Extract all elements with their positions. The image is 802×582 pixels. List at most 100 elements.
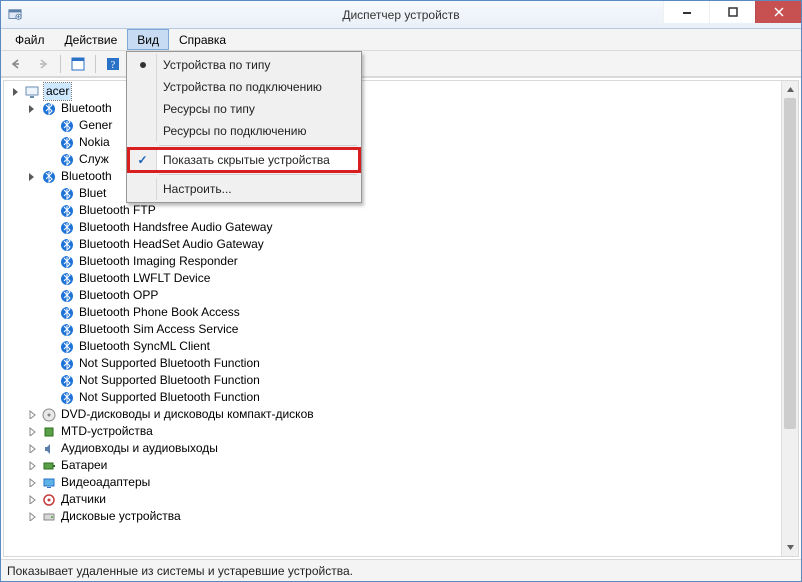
expander-icon[interactable] [27, 103, 38, 114]
expander-icon[interactable] [27, 443, 38, 454]
menu-item-resources-by-connection[interactable]: Ресурсы по подключению [129, 120, 359, 142]
tree-label: Nokia [78, 134, 110, 151]
tree-label: Дисковые устройства [60, 508, 181, 525]
tree-label: Видеоадаптеры [60, 474, 150, 491]
menu-view[interactable]: Вид [127, 29, 169, 50]
radio-selected-icon [140, 62, 146, 68]
status-bar: Показывает удаленные из системы и устаре… [1, 559, 801, 581]
tree-item[interactable]: Bluetooth Sim Access Service [8, 321, 798, 338]
menu-item-devices-by-type[interactable]: Устройства по типу [129, 54, 359, 76]
toolbar: ? [1, 51, 801, 77]
tree-label: Датчики [60, 491, 106, 508]
bluetooth-icon [59, 203, 75, 219]
title-bar: Диспетчер устройств [1, 1, 801, 29]
tree-item[interactable]: Bluetooth FTP [8, 202, 798, 219]
toolbar-back-button[interactable] [5, 53, 29, 75]
bluetooth-icon [59, 152, 75, 168]
toolbar-forward-button[interactable] [31, 53, 55, 75]
menu-help[interactable]: Справка [169, 29, 236, 50]
menu-item-show-hidden[interactable]: ✓ Показать скрытые устройства [129, 149, 359, 171]
tree-label: Bluetooth SyncML Client [78, 338, 210, 355]
bluetooth-icon [59, 373, 75, 389]
bluetooth-icon [59, 220, 75, 236]
tree-category-disks[interactable]: Дисковые устройства [8, 508, 798, 525]
close-button[interactable] [755, 1, 801, 23]
tree-label: Not Supported Bluetooth Function [78, 389, 260, 406]
tree-item[interactable]: Not Supported Bluetooth Function [8, 389, 798, 406]
expander-icon[interactable] [11, 86, 22, 97]
bluetooth-icon [59, 339, 75, 355]
tree-label: Bluetooth LWFLT Device [78, 270, 210, 287]
menu-file[interactable]: Файл [5, 29, 55, 50]
tree-label: Аудиовходы и аудиовыходы [60, 440, 218, 457]
content-area: acer Bluetooth Gener Nokia Служ Bl [1, 77, 801, 559]
bluetooth-icon [59, 356, 75, 372]
tree-category-audio[interactable]: Аудиовходы и аудиовыходы [8, 440, 798, 457]
bluetooth-icon [59, 135, 75, 151]
scroll-track[interactable] [782, 98, 798, 539]
tree-item[interactable]: Bluetooth Handsfree Audio Gateway [8, 219, 798, 236]
expander-icon[interactable] [27, 171, 38, 182]
tree-label: Bluetooth Phone Book Access [78, 304, 240, 321]
expander-icon[interactable] [27, 460, 38, 471]
audio-icon [41, 441, 57, 457]
tree-label: Служ [78, 151, 109, 168]
device-tree[interactable]: acer Bluetooth Gener Nokia Служ Bl [4, 81, 798, 527]
bluetooth-icon [59, 305, 75, 321]
disc-icon [41, 407, 57, 423]
toolbar-help-button[interactable]: ? [101, 53, 125, 75]
tree-label: Not Supported Bluetooth Function [78, 355, 260, 372]
tree-label: Bluetooth Sim Access Service [78, 321, 238, 338]
tree-label: Батареи [60, 457, 107, 474]
tree-category-mtd[interactable]: MTD-устройства [8, 423, 798, 440]
tree-category-sensors[interactable]: Датчики [8, 491, 798, 508]
tree-category-battery[interactable]: Батареи [8, 457, 798, 474]
sensor-icon [41, 492, 57, 508]
tree-label: Bluetooth FTP [78, 202, 156, 219]
tree-item[interactable]: Bluetooth LWFLT Device [8, 270, 798, 287]
tree-item[interactable]: Bluetooth Imaging Responder [8, 253, 798, 270]
tree-item[interactable]: Bluetooth OPP [8, 287, 798, 304]
toolbar-properties-button[interactable] [66, 53, 90, 75]
expander-icon[interactable] [27, 477, 38, 488]
tree-item[interactable]: Bluetooth Phone Book Access [8, 304, 798, 321]
drive-icon [41, 509, 57, 525]
tree-label: Bluetooth OPP [78, 287, 158, 304]
scroll-thumb[interactable] [784, 98, 796, 429]
svg-text:?: ? [111, 60, 116, 71]
tree-label: Gener [78, 117, 112, 134]
bluetooth-icon [59, 322, 75, 338]
chip-icon [41, 424, 57, 440]
bluetooth-icon [59, 288, 75, 304]
expander-icon[interactable] [27, 511, 38, 522]
expander-icon[interactable] [27, 409, 38, 420]
tree-label: Bluetooth Handsfree Audio Gateway [78, 219, 272, 236]
menu-item-devices-by-connection[interactable]: Устройства по подключению [129, 76, 359, 98]
menu-action[interactable]: Действие [55, 29, 128, 50]
menu-item-label: Ресурсы по типу [163, 102, 255, 116]
tree-item[interactable]: Bluetooth HeadSet Audio Gateway [8, 236, 798, 253]
menu-item-resources-by-type[interactable]: Ресурсы по типу [129, 98, 359, 120]
menu-item-customize[interactable]: Настроить... [129, 178, 359, 200]
maximize-button[interactable] [709, 1, 755, 23]
tree-item[interactable]: Bluetooth SyncML Client [8, 338, 798, 355]
minimize-button[interactable] [663, 1, 709, 23]
tree-item[interactable]: Not Supported Bluetooth Function [8, 372, 798, 389]
tree-label: Bluetooth HeadSet Audio Gateway [78, 236, 264, 253]
menu-item-label: Устройства по типу [163, 58, 270, 72]
bluetooth-icon [59, 118, 75, 134]
expander-icon[interactable] [27, 494, 38, 505]
menu-item-label: Настроить... [163, 182, 232, 196]
scroll-down-arrow[interactable] [782, 539, 798, 556]
tree-label: Bluetooth Imaging Responder [78, 253, 238, 270]
tree-category-dvd[interactable]: DVD-дисководы и дисководы компакт-дисков [8, 406, 798, 423]
vertical-scrollbar[interactable] [781, 81, 798, 556]
tree-item[interactable]: Not Supported Bluetooth Function [8, 355, 798, 372]
expander-icon[interactable] [27, 426, 38, 437]
tree-category-video[interactable]: Видеоадаптеры [8, 474, 798, 491]
tree-label: Bluetooth [60, 100, 112, 117]
bluetooth-icon [59, 271, 75, 287]
scroll-up-arrow[interactable] [782, 81, 798, 98]
status-text: Показывает удаленные из системы и устаре… [7, 564, 353, 578]
menu-separator [159, 174, 357, 175]
